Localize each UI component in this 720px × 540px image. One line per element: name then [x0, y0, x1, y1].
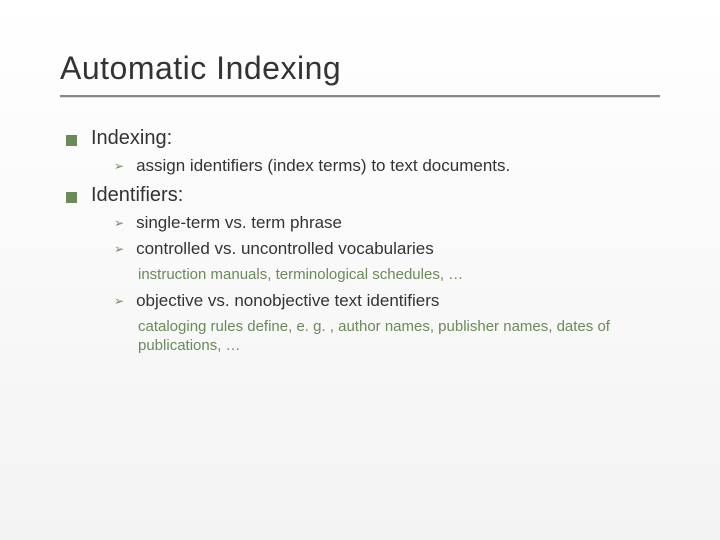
arrow-bullet-icon: ➢: [114, 294, 124, 308]
sub-item-text: controlled vs. uncontrolled vocabularies: [136, 239, 434, 259]
sub-item: ➢ single-term vs. term phrase: [114, 213, 660, 233]
title-underline: [60, 95, 660, 97]
arrow-bullet-icon: ➢: [114, 216, 124, 230]
sub-item: ➢ controlled vs. uncontrolled vocabulari…: [114, 239, 660, 259]
sub-list-indexing: ➢ assign identifiers (index terms) to te…: [114, 156, 660, 176]
sub-item-desc: instruction manuals, terminological sche…: [114, 265, 660, 285]
slide: Automatic Indexing Indexing: ➢ assign id…: [0, 0, 720, 540]
sub-list-identifiers: ➢ single-term vs. term phrase ➢ controll…: [114, 213, 660, 356]
sub-item-text: assign identifiers (index terms) to text…: [136, 156, 510, 176]
bullet-label: Indexing:: [91, 127, 172, 150]
slide-body: Indexing: ➢ assign identifiers (index te…: [60, 127, 660, 356]
bullet-indexing: Indexing:: [66, 127, 660, 150]
bullet-label: Identifiers:: [91, 184, 183, 207]
sub-item: ➢ objective vs. nonobjective text identi…: [114, 291, 660, 311]
slide-title: Automatic Indexing: [60, 50, 660, 87]
sub-item: ➢ assign identifiers (index terms) to te…: [114, 156, 660, 176]
square-bullet-icon: [66, 192, 77, 203]
sub-item-text: objective vs. nonobjective text identifi…: [136, 291, 439, 311]
sub-item-desc: cataloging rules define, e. g. , author …: [114, 317, 660, 356]
square-bullet-icon: [66, 135, 77, 146]
arrow-bullet-icon: ➢: [114, 159, 124, 173]
bullet-identifiers: Identifiers:: [66, 184, 660, 207]
arrow-bullet-icon: ➢: [114, 242, 124, 256]
sub-item-text: single-term vs. term phrase: [136, 213, 342, 233]
